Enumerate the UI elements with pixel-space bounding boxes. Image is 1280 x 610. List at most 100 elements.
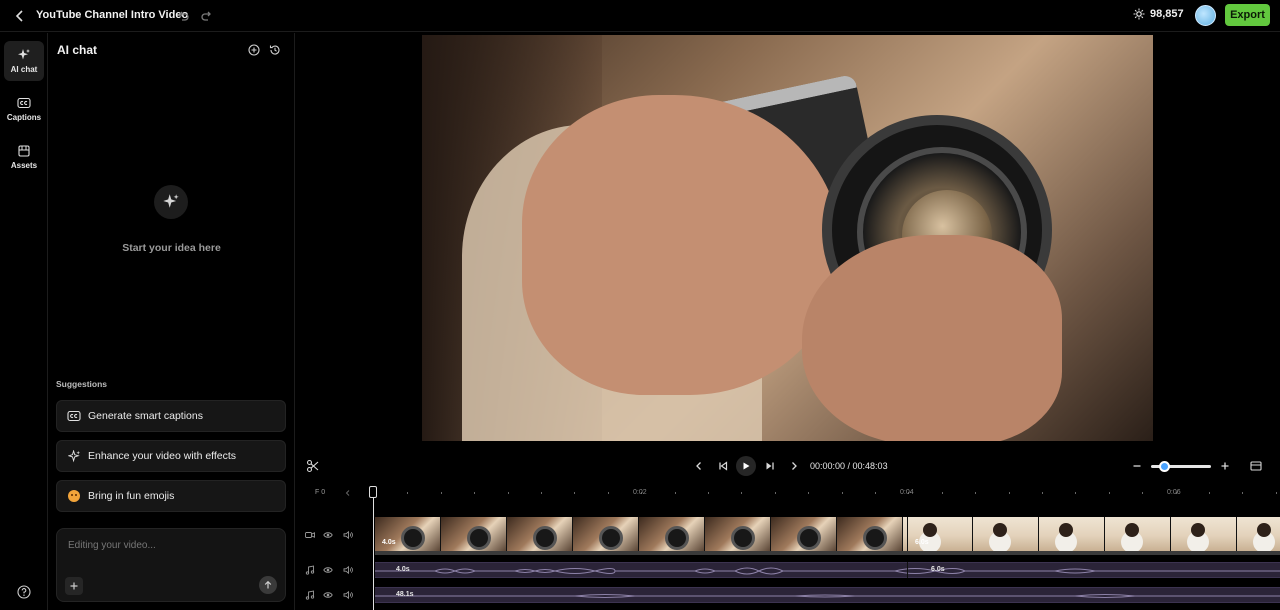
video-track-controls [305, 530, 353, 540]
video-clip-duration: 6.0s [915, 539, 929, 546]
video-clip-duration: 4.0s [382, 539, 396, 546]
export-button[interactable]: Export [1225, 4, 1270, 26]
ruler-tick [608, 492, 609, 494]
music-note-icon [305, 590, 315, 600]
suggestion-emojis[interactable]: Bring in fun emojis [56, 480, 286, 512]
clip-divider [907, 562, 908, 578]
rail-item-label: AI chat [10, 65, 38, 74]
minus-icon [1133, 465, 1141, 467]
attach-button[interactable] [65, 577, 83, 595]
suggestion-smart-captions[interactable]: Generate smart captions [56, 400, 286, 432]
audio-waveform [375, 567, 1280, 575]
suggestion-label: Generate smart captions [88, 410, 203, 422]
timeline-ruler[interactable]: F 0 0:02 0:04 0:06 [296, 484, 1280, 502]
rail-item-label: Captions [6, 113, 42, 122]
play-icon [743, 462, 750, 470]
play-button[interactable] [736, 456, 756, 476]
ruler-label: 0:06 [1167, 489, 1181, 496]
chevron-left-icon [15, 10, 23, 22]
sparkle-icon [163, 194, 179, 208]
playhead[interactable] [373, 498, 374, 610]
send-button[interactable] [259, 576, 277, 594]
ruler-tick [775, 492, 776, 494]
redo-icon [201, 11, 211, 21]
empty-state-icon [154, 185, 188, 219]
volume-icon[interactable] [343, 590, 353, 600]
sparkle-icon [18, 49, 30, 60]
clip-divider [907, 517, 908, 551]
ruler-tick [842, 492, 843, 494]
volume-icon[interactable] [343, 565, 353, 575]
audio-waveform [375, 594, 1280, 598]
eye-icon[interactable] [323, 590, 333, 600]
zoom-out-button[interactable] [1130, 459, 1144, 473]
suggestion-effects[interactable]: Enhance your video with effects [56, 440, 286, 472]
sparkle-icon [67, 449, 81, 463]
ruler-tick [1109, 492, 1110, 494]
plus-icon [1221, 462, 1229, 470]
left-rail: AI chat Captions Assets [0, 33, 48, 610]
audio-track-2-controls [305, 590, 353, 600]
chevron-left-icon [696, 462, 701, 470]
video-thumbnail [771, 517, 837, 551]
video-thumbnail [507, 517, 573, 551]
skip-back-button[interactable] [716, 459, 730, 473]
history-icon [269, 45, 280, 55]
video-thumbnail [973, 517, 1039, 551]
ruler-tick [1042, 492, 1043, 494]
top-bar: YouTube Channel Intro Video 98,857 Expor… [0, 0, 1280, 32]
ruler-tick [808, 492, 809, 494]
eye-icon[interactable] [323, 565, 333, 575]
ruler-tick [541, 492, 542, 494]
redo-button[interactable] [200, 9, 214, 23]
project-title[interactable]: YouTube Channel Intro Video [36, 9, 188, 21]
ruler-tick [975, 492, 976, 494]
suggestions-title: Suggestions [56, 379, 108, 389]
zoom-in-button[interactable] [1218, 459, 1232, 473]
video-preview[interactable] [422, 35, 1153, 441]
ruler-tick [441, 492, 442, 494]
video-track[interactable] [375, 517, 1280, 551]
skip-forward-button[interactable] [763, 459, 777, 473]
rail-item-label: Assets [10, 161, 38, 170]
playhead-handle[interactable] [369, 486, 377, 498]
video-thumbnail [705, 517, 771, 551]
assets-icon [18, 145, 30, 157]
volume-icon[interactable] [343, 530, 353, 540]
video-thumbnail [1039, 517, 1105, 551]
history-button[interactable] [269, 44, 281, 56]
video-thumbnail [1237, 517, 1280, 551]
chevron-left-icon[interactable] [344, 489, 352, 497]
next-button[interactable] [787, 459, 801, 473]
avatar[interactable] [1195, 5, 1216, 26]
credits-counter[interactable]: 98,857 [1133, 8, 1184, 20]
video-thumbnail [573, 517, 639, 551]
eye-icon[interactable] [323, 530, 333, 540]
suggestion-label: Enhance your video with effects [88, 450, 237, 462]
video-thumbnail [441, 517, 507, 551]
audio-clip-duration: 6.0s [931, 566, 945, 573]
rail-item-ai-chat[interactable]: AI chat [4, 41, 44, 81]
frame-label: F 0 [315, 489, 326, 496]
audio-track-1[interactable] [375, 562, 1280, 578]
rail-item-assets[interactable]: Assets [4, 137, 44, 177]
fit-timeline-button[interactable] [1249, 459, 1263, 473]
rail-item-captions[interactable]: Captions [4, 89, 44, 129]
video-thumbnail [1105, 517, 1171, 551]
ruler-tick [508, 492, 509, 494]
back-button[interactable] [12, 8, 28, 24]
transport-bar: 00:00:00 / 00:48:03 [296, 452, 1280, 480]
audio-track-2[interactable] [375, 587, 1280, 603]
help-button[interactable] [17, 585, 31, 599]
ruler-tick [708, 492, 709, 494]
undo-button[interactable] [176, 9, 190, 23]
ruler-tick [942, 492, 943, 494]
new-chat-button[interactable] [248, 44, 260, 56]
ruler-tick [407, 492, 408, 494]
ruler-tick [574, 492, 575, 494]
skip-forward-icon [766, 462, 774, 470]
prev-button[interactable] [692, 459, 706, 473]
zoom-slider-handle[interactable] [1159, 461, 1170, 472]
chat-input[interactable] [68, 538, 268, 552]
split-button[interactable] [306, 459, 320, 473]
